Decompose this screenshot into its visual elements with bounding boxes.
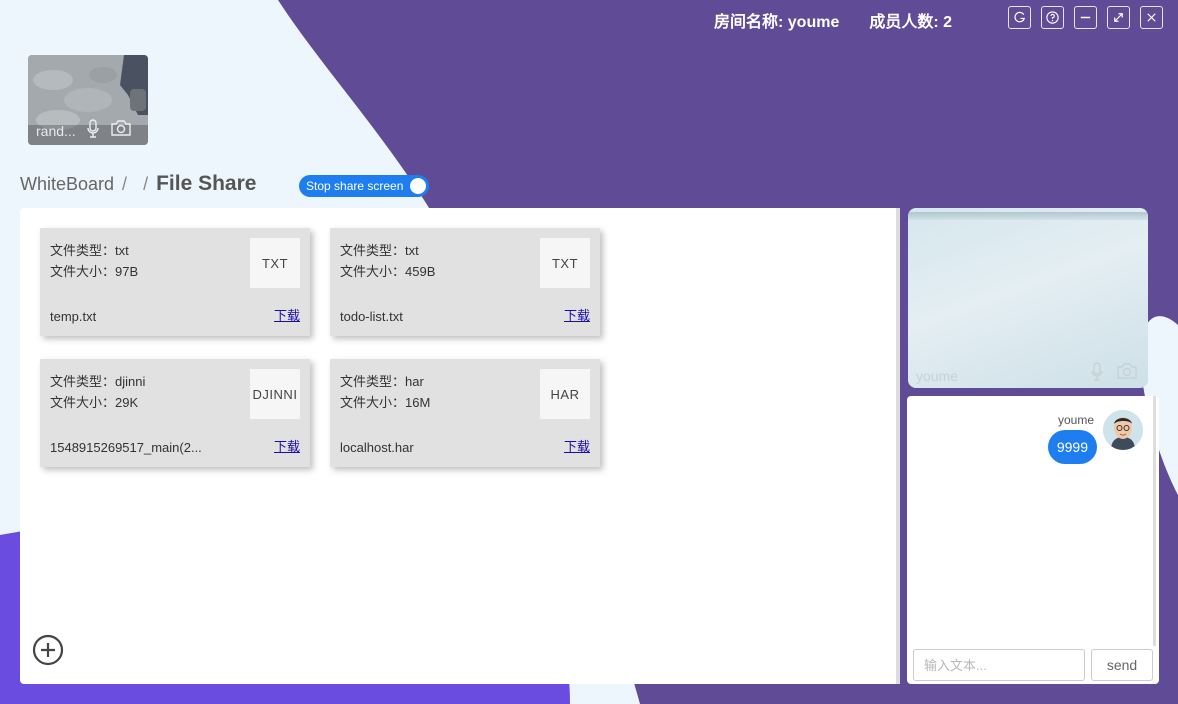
file-size: 文件大小：16M (340, 395, 431, 410)
fullscreen-icon (1114, 13, 1123, 22)
remote-video-label: youme (916, 368, 959, 384)
remote-video-controls (1090, 362, 1138, 382)
local-video-controls (86, 119, 132, 139)
refresh-icon (1014, 11, 1026, 23)
message-username: youme (1057, 413, 1094, 427)
breadcrumb: WhiteBoard / / File Share (20, 172, 256, 196)
file-share-panel: 文件类型：txt 文件大小：97B TXT temp.txt 下载 文件类型：t… (20, 208, 900, 684)
user-avatar-image (1103, 410, 1143, 450)
file-thumbnail: TXT (540, 238, 590, 288)
file-name: temp.txt (50, 309, 97, 324)
help-icon (1046, 11, 1059, 24)
room-name: 房间名称: youme (714, 14, 840, 31)
file-card: 文件类型：txt 文件大小：97B TXT temp.txt 下载 (40, 228, 310, 336)
file-size: 文件大小：29K (50, 395, 139, 410)
file-type: 文件类型：txt (340, 243, 419, 258)
file-size: 文件大小：459B (340, 264, 436, 279)
minimize-button[interactable] (1074, 6, 1097, 29)
breadcrumb-separator: / (143, 174, 149, 194)
chat-input[interactable] (913, 649, 1085, 681)
file-type: 文件类型：txt (50, 243, 129, 258)
remote-video-tile[interactable]: youme (908, 208, 1148, 388)
file-thumbnail: TXT (250, 238, 300, 288)
avatar (1103, 410, 1143, 450)
member-count: 成员人数: 2 (869, 14, 953, 31)
refresh-button[interactable] (1008, 6, 1031, 29)
close-icon (1147, 13, 1156, 22)
microphone-icon[interactable] (86, 119, 100, 139)
local-video-label: rand... (36, 123, 76, 139)
share-screen-toggle[interactable]: Stop share screen (299, 175, 429, 197)
file-name: localhost.har (340, 440, 414, 455)
download-link[interactable]: 下载 (274, 436, 300, 455)
microphone-icon[interactable] (1090, 362, 1104, 382)
file-card: 文件类型：txt 文件大小：459B TXT todo-list.txt 下载 (330, 228, 600, 336)
file-card: 文件类型：har 文件大小：16M HAR localhost.har 下载 (330, 359, 600, 467)
file-meta: 文件类型：txt 文件大小：459B (340, 240, 435, 282)
file-thumbnail: HAR (540, 369, 590, 419)
file-meta: 文件类型：djinni 文件大小：29K (50, 371, 145, 413)
window-controls (1008, 6, 1163, 29)
chat-panel: youme 9999 send (907, 396, 1159, 684)
file-meta: 文件类型：txt 文件大小：97B (50, 240, 138, 282)
download-link[interactable]: 下载 (564, 305, 590, 324)
help-button[interactable] (1041, 6, 1064, 29)
camera-icon[interactable] (1116, 362, 1138, 380)
message-bubble: 9999 (1047, 430, 1097, 464)
file-thumbnail: DJINNI (250, 369, 300, 419)
send-button[interactable]: send (1091, 649, 1153, 681)
file-meta: 文件类型：har 文件大小：16M (340, 371, 430, 413)
file-card: 文件类型：djinni 文件大小：29K DJINNI 154891526951… (40, 359, 310, 467)
fullscreen-button[interactable] (1107, 6, 1130, 29)
breadcrumb-current: File Share (156, 172, 257, 195)
share-toggle-label: Stop share screen (306, 179, 404, 193)
file-name: todo-list.txt (340, 309, 403, 324)
breadcrumb-separator: / (122, 174, 128, 194)
room-info: 房间名称: youme 成员人数: 2 (714, 8, 952, 32)
toggle-knob (410, 178, 426, 194)
minimize-icon (1080, 16, 1091, 19)
download-link[interactable]: 下载 (564, 436, 590, 455)
download-link[interactable]: 下载 (274, 305, 300, 324)
breadcrumb-whiteboard[interactable]: WhiteBoard (20, 174, 114, 195)
file-size: 文件大小：97B (50, 264, 139, 279)
local-video-tile[interactable]: rand... (28, 55, 148, 145)
file-name: 1548915269517_main(2... (50, 440, 202, 455)
file-type: 文件类型：har (340, 374, 424, 389)
file-type: 文件类型：djinni (50, 374, 146, 389)
remote-video-frame (908, 212, 1148, 220)
camera-icon[interactable] (110, 119, 132, 137)
close-button[interactable] (1140, 6, 1163, 29)
add-file-icon[interactable] (32, 634, 64, 666)
